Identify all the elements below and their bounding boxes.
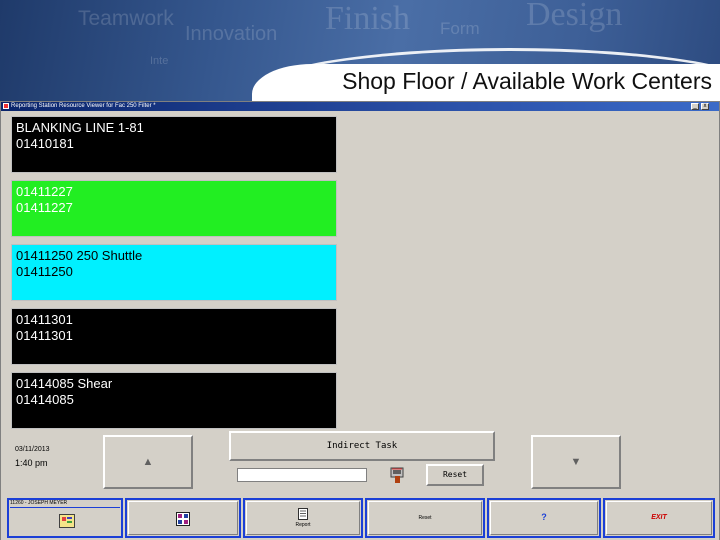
work-center-item[interactable]: BLANKING LINE 1-81 01410181	[11, 116, 337, 173]
work-center-name: BLANKING LINE 1-81	[16, 120, 144, 135]
report-label: Report	[295, 522, 311, 528]
exit-button[interactable]: EXIT	[603, 498, 715, 538]
user-info-panel: 11260 - JOSEPH MEYER	[7, 498, 123, 538]
app-icon	[3, 103, 9, 109]
toolbar-reset-label: Reset	[418, 515, 432, 521]
user-name: 11260 - JOSEPH MEYER	[10, 500, 120, 508]
work-center-item[interactable]: 01411301 01411301	[11, 308, 337, 365]
page-title: Shop Floor / Available Work Centers	[342, 68, 712, 94]
scroll-up-button[interactable]: ▲	[103, 435, 193, 489]
current-date: 03/11/2013	[15, 446, 50, 453]
close-button[interactable]: x	[701, 103, 709, 110]
arrow-up-icon: ▲	[142, 456, 154, 468]
watermark-text: Teamwork	[78, 7, 174, 30]
work-center-name: 01411301	[16, 312, 73, 327]
minimize-button[interactable]: _	[691, 103, 699, 110]
reset-button[interactable]: Reset	[426, 464, 484, 486]
barcode-scanner-icon[interactable]	[389, 466, 407, 484]
schedule-grid-icon	[176, 512, 190, 526]
work-center-item[interactable]: 01411227 01411227	[11, 180, 337, 237]
arrow-down-icon: ▼	[570, 456, 582, 468]
employee-badge-icon[interactable]	[59, 514, 75, 528]
scroll-down-button[interactable]: ▼	[531, 435, 621, 489]
window-title: Reporting Station Resource Viewer for Fa…	[11, 103, 156, 109]
report-document-icon	[298, 508, 308, 520]
app-content: BLANKING LINE 1-81 01410181 01411227 014…	[1, 111, 719, 540]
current-time: 1:40 pm	[15, 458, 48, 468]
watermark-text: Inte	[150, 55, 169, 67]
work-center-item[interactable]: 01414085 Shear 01414085	[11, 372, 337, 429]
help-button[interactable]: ?	[487, 498, 601, 538]
work-order-button[interactable]	[125, 498, 241, 538]
watermark-text: Design	[526, 0, 623, 33]
app-window: Reporting Station Resource Viewer for Fa…	[0, 101, 720, 540]
toolbar-reset-button[interactable]: Reset	[365, 498, 485, 538]
work-center-name: 01414085 Shear	[16, 376, 113, 391]
date-time-display: 03/11/2013 1:40 pm	[15, 446, 50, 468]
bottom-toolbar: 11260 - JOSEPH MEYER Report Reset ? EXIT	[7, 498, 715, 538]
report-button[interactable]: Report	[243, 498, 363, 538]
watermark-text: Innovation	[185, 23, 278, 45]
exit-label: EXIT	[651, 514, 667, 521]
work-center-code: 01411301	[16, 328, 73, 343]
slide-banner: Teamwork Innovation Finish Form Design I…	[0, 0, 720, 101]
task-input[interactable]	[237, 468, 367, 482]
work-center-name: 01411227	[16, 184, 73, 199]
watermark-text: Form	[440, 19, 480, 38]
indirect-task-button[interactable]: Indirect Task	[229, 431, 495, 461]
work-center-item[interactable]: 01411250 250 Shuttle 01411250	[11, 244, 337, 301]
help-icon: ?	[541, 512, 547, 522]
work-center-code: 01410181	[16, 136, 74, 151]
work-center-code: 01414085	[16, 392, 74, 407]
window-titlebar[interactable]: Reporting Station Resource Viewer for Fa…	[1, 102, 719, 111]
work-center-name: 01411250 250 Shuttle	[16, 248, 143, 263]
work-center-code: 01411227	[16, 200, 73, 215]
watermark-text: Finish	[325, 0, 411, 37]
work-center-code: 01411250	[16, 264, 73, 279]
